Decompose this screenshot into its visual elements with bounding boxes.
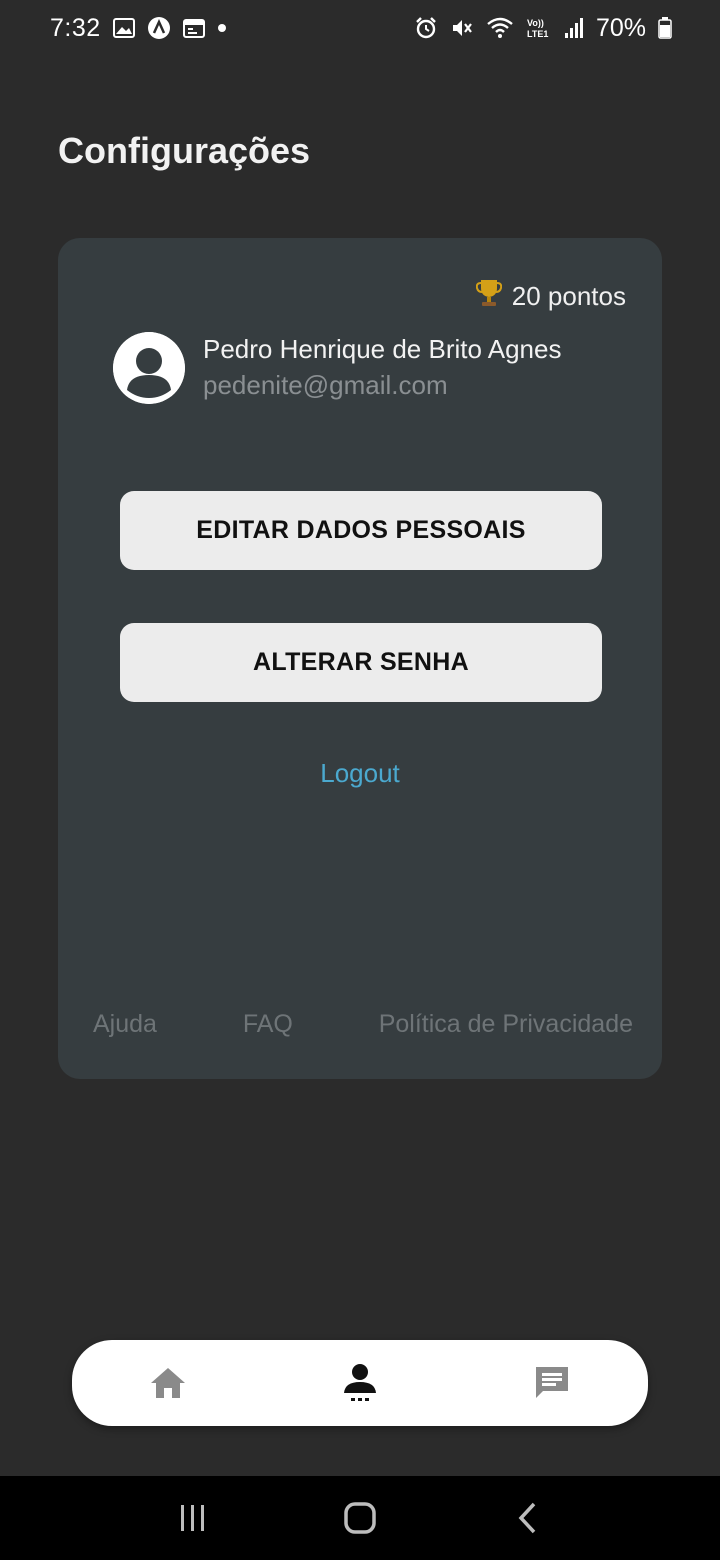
- edit-personal-data-button[interactable]: EDITAR DADOS PESSOAIS: [120, 491, 602, 570]
- battery-icon: [658, 17, 672, 39]
- system-nav-bar: [0, 1476, 720, 1560]
- avatar: [113, 332, 185, 404]
- user-info: Pedro Henrique de Brito Agnes pedenite@g…: [203, 332, 561, 404]
- settings-card: 20 pontos Pedro Henrique de Brito Agnes …: [58, 238, 662, 1079]
- volte-icon: Vo)) LTE1: [526, 16, 552, 40]
- user-name: Pedro Henrique de Brito Agnes: [203, 334, 562, 364]
- back-button[interactable]: [497, 1488, 557, 1548]
- status-right: Vo)) LTE1 70%: [414, 14, 672, 43]
- privacy-policy-link[interactable]: Política de Privacidade: [379, 1010, 633, 1039]
- nav-chat[interactable]: [512, 1343, 592, 1423]
- dot-icon: [217, 23, 227, 33]
- bottom-nav: [72, 1340, 648, 1426]
- home-icon: [151, 1368, 185, 1398]
- logout-link[interactable]: Logout: [58, 758, 662, 789]
- points-badge: 20 pontos: [475, 278, 626, 315]
- svg-text:Vo)): Vo)): [527, 18, 544, 28]
- faq-link[interactable]: FAQ: [243, 1010, 293, 1039]
- wifi-icon: [486, 16, 514, 40]
- status-time: 7:32: [50, 13, 101, 42]
- footer-links: Ajuda FAQ Política de Privacidade: [93, 1010, 633, 1039]
- user-profile: Pedro Henrique de Brito Agnes pedenite@g…: [113, 332, 561, 404]
- nav-home[interactable]: [128, 1343, 208, 1423]
- trophy-icon: [475, 278, 502, 315]
- system-home-button[interactable]: [330, 1488, 390, 1548]
- home-button-icon: [344, 1502, 376, 1534]
- chat-icon: [536, 1367, 568, 1398]
- status-left: 7:32: [50, 14, 227, 43]
- user-email: pedenite@gmail.com: [203, 370, 448, 400]
- points-text: 20 pontos: [511, 281, 626, 311]
- recents-button[interactable]: [163, 1488, 223, 1548]
- signal-icon: [564, 17, 584, 39]
- recents-icon: [181, 1505, 205, 1531]
- status-bar: 7:32 Vo)) LTE1 70%: [0, 0, 720, 56]
- svg-text:LTE1: LTE1: [527, 29, 548, 39]
- app-icon: [147, 16, 171, 40]
- nav-profile[interactable]: [320, 1343, 400, 1423]
- calendar-icon: [182, 18, 205, 38]
- mute-icon: [450, 16, 474, 40]
- help-link[interactable]: Ajuda: [93, 1010, 157, 1039]
- profile-icon: [344, 1364, 376, 1401]
- alarm-icon: [414, 16, 438, 40]
- page-title: Configurações: [58, 130, 311, 171]
- change-password-button[interactable]: ALTERAR SENHA: [120, 623, 602, 702]
- back-icon: [518, 1502, 535, 1534]
- user-avatar-icon: [113, 332, 185, 404]
- battery-percent: 70%: [595, 13, 646, 42]
- gallery-icon: [112, 18, 135, 38]
